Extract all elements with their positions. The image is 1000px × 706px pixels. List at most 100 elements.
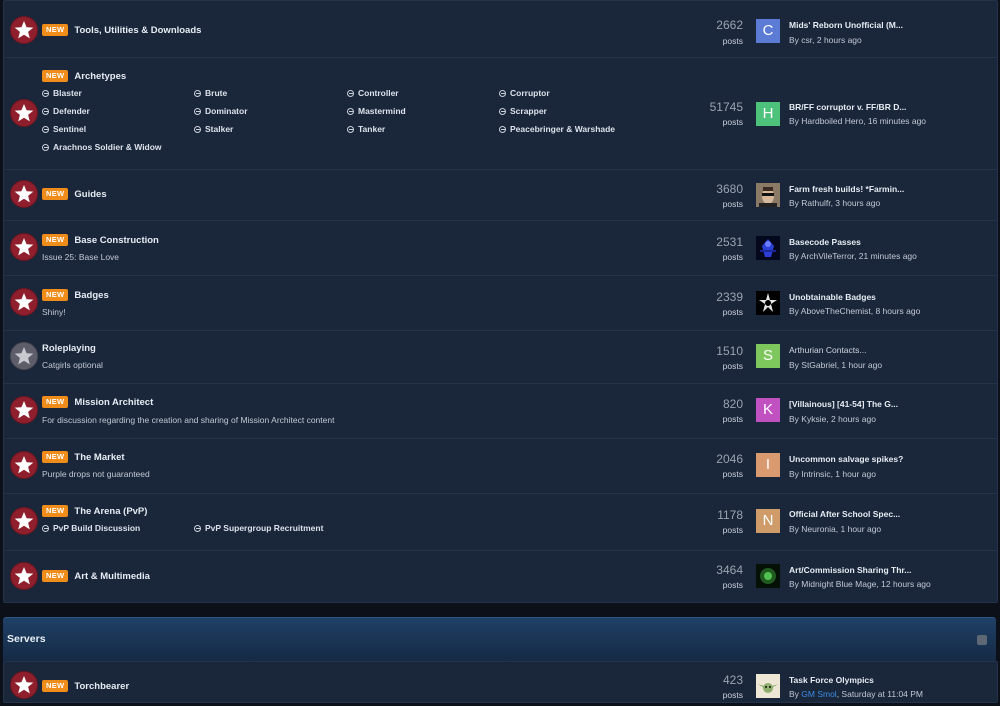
avatar[interactable]: I bbox=[756, 453, 780, 477]
avatar-photo-icon bbox=[756, 236, 780, 260]
forum-read-star-icon bbox=[10, 342, 38, 370]
last-post-title-link[interactable]: Mids' Reborn Unofficial (M... bbox=[789, 20, 903, 30]
user-link[interactable]: GM Smol bbox=[801, 689, 836, 699]
posts-label: posts bbox=[722, 36, 743, 46]
subforum-link[interactable]: Blaster bbox=[42, 88, 82, 98]
last-post-title-link[interactable]: Uncommon salvage spikes? bbox=[789, 454, 903, 464]
subforum-label: Mastermind bbox=[358, 106, 406, 116]
forum-row: NEW The Market Purple drops not guarante… bbox=[4, 438, 997, 494]
last-post-meta: By GM Smol, Saturday at 11:04 PM bbox=[789, 689, 923, 699]
meta-suffix: , Saturday at 11:04 PM bbox=[836, 689, 924, 699]
subforum-label: Controller bbox=[358, 88, 399, 98]
subforum-icon bbox=[499, 107, 506, 115]
subforum-link[interactable]: Arachnos Soldier & Widow bbox=[42, 142, 162, 152]
forum-title-link[interactable]: Tools, Utilities & Downloads bbox=[74, 25, 201, 36]
avatar-photo-icon bbox=[756, 291, 780, 315]
post-count: 820 bbox=[722, 397, 743, 411]
subforum-link[interactable]: Corruptor bbox=[499, 88, 550, 98]
subforum-link[interactable]: Sentinel bbox=[42, 124, 86, 134]
subforum-icon bbox=[347, 125, 354, 133]
subforum-icon bbox=[194, 89, 201, 97]
forum-unread-star-icon bbox=[10, 396, 38, 424]
last-post-title-link[interactable]: Task Force Olympics bbox=[789, 675, 874, 685]
meta-prefix: By bbox=[789, 689, 802, 699]
subforum-link[interactable]: PvP Supergroup Recruitment bbox=[194, 523, 323, 533]
posts-label: posts bbox=[722, 525, 743, 535]
avatar[interactable] bbox=[756, 564, 780, 588]
subforum-link[interactable]: Tanker bbox=[347, 124, 385, 134]
last-post-title-link[interactable]: Farm fresh builds! *Farmin... bbox=[789, 184, 904, 194]
last-post-title-link[interactable]: [Villainous] [41-54] The G... bbox=[789, 399, 898, 409]
posts-label: posts bbox=[722, 307, 743, 317]
post-count: 2046 bbox=[716, 452, 743, 466]
last-post-title-link[interactable]: Arthurian Contacts... bbox=[789, 345, 866, 355]
last-post-meta: By csr, 2 hours ago bbox=[789, 35, 862, 45]
new-badge: NEW bbox=[42, 234, 69, 246]
forum-title-link[interactable]: Base Construction bbox=[74, 235, 158, 246]
last-post-title-link[interactable]: Unobtainable Badges bbox=[789, 292, 876, 302]
forum-title-link[interactable]: The Market bbox=[74, 452, 124, 463]
forum-list: NEW Tools, Utilities & Downloads 2662 po… bbox=[3, 0, 998, 603]
subforum-label: PvP Supergroup Recruitment bbox=[205, 523, 324, 533]
forum-title-link[interactable]: The Arena (PvP) bbox=[74, 506, 147, 517]
avatar[interactable] bbox=[756, 674, 780, 698]
forum-row: NEW Art & Multimedia 3464 posts Art/Comm… bbox=[4, 550, 997, 602]
post-count: 2662 bbox=[716, 18, 743, 32]
forum-unread-star-icon bbox=[10, 99, 38, 127]
last-post-meta: By Neuronia, 1 hour ago bbox=[789, 524, 882, 534]
subforum-icon bbox=[42, 524, 49, 532]
avatar[interactable] bbox=[756, 236, 780, 260]
forum-title-link[interactable]: Art & Multimedia bbox=[74, 571, 149, 582]
new-badge: NEW bbox=[42, 24, 69, 36]
subforum-icon bbox=[42, 125, 49, 133]
avatar[interactable]: H bbox=[756, 102, 780, 126]
last-post-meta: By Midnight Blue Mage, 12 hours ago bbox=[789, 579, 931, 589]
last-post-title-link[interactable]: Basecode Passes bbox=[789, 237, 861, 247]
forum-title-link[interactable]: Badges bbox=[74, 290, 108, 301]
subforum-link[interactable]: Peacebringer & Warshade bbox=[499, 124, 615, 134]
forum-unread-star-icon bbox=[10, 16, 38, 44]
avatar[interactable]: K bbox=[756, 398, 780, 422]
avatar[interactable]: S bbox=[756, 344, 780, 368]
avatar-photo-icon bbox=[756, 183, 780, 207]
avatar[interactable]: C bbox=[756, 19, 780, 43]
subforum-link[interactable]: Brute bbox=[194, 88, 227, 98]
subforum-link[interactable]: Scrapper bbox=[499, 106, 547, 116]
subforum-icon bbox=[499, 125, 506, 133]
subforum-icon bbox=[347, 107, 354, 115]
subforum-label: Tanker bbox=[358, 124, 386, 134]
last-post-title-link[interactable]: Official After School Spec... bbox=[789, 509, 900, 519]
avatar[interactable] bbox=[756, 183, 780, 207]
subforum-link[interactable]: Mastermind bbox=[347, 106, 406, 116]
subforum-link[interactable]: Defender bbox=[42, 106, 90, 116]
post-count: 3680 bbox=[716, 182, 743, 196]
subforum-link[interactable]: Dominator bbox=[194, 106, 248, 116]
forum-title-link[interactable]: Guides bbox=[74, 189, 106, 200]
avatar-letter: C bbox=[762, 22, 774, 39]
subforum-link[interactable]: PvP Build Discussion bbox=[42, 523, 140, 533]
post-count: 2339 bbox=[716, 290, 743, 304]
posts-label: posts bbox=[722, 580, 743, 590]
subforum-link[interactable]: Stalker bbox=[194, 124, 233, 134]
section-header-servers: Servers bbox=[3, 617, 996, 662]
collapse-icon[interactable] bbox=[977, 635, 987, 645]
subforum-link[interactable]: Controller bbox=[347, 88, 399, 98]
subforum-label: Dominator bbox=[205, 106, 248, 116]
forum-description: For discussion regarding the creation an… bbox=[42, 415, 335, 425]
forum-unread-star-icon bbox=[10, 233, 38, 261]
forum-description: Catgirls optional bbox=[42, 360, 103, 370]
avatar[interactable] bbox=[756, 291, 780, 315]
post-count: 3464 bbox=[716, 563, 743, 577]
forum-title-link[interactable]: Archetypes bbox=[74, 71, 126, 82]
subforum-label: Blaster bbox=[53, 88, 82, 98]
avatar[interactable]: N bbox=[756, 509, 780, 533]
last-post-title-link[interactable]: BR/FF corruptor v. FF/BR D... bbox=[789, 102, 906, 112]
forum-title-link[interactable]: Torchbearer bbox=[74, 681, 129, 692]
new-badge: NEW bbox=[42, 505, 69, 517]
forum-title-link[interactable]: Mission Architect bbox=[74, 397, 153, 408]
forum-title-link[interactable]: Roleplaying bbox=[42, 343, 96, 354]
last-post-title-link[interactable]: Art/Commission Sharing Thr... bbox=[789, 565, 911, 575]
subforum-label: Brute bbox=[205, 88, 228, 98]
forum-row: NEW Archetypes Blaster Brute Controller … bbox=[4, 57, 997, 170]
last-post-meta: By Intrinsic, 1 hour ago bbox=[789, 469, 876, 479]
